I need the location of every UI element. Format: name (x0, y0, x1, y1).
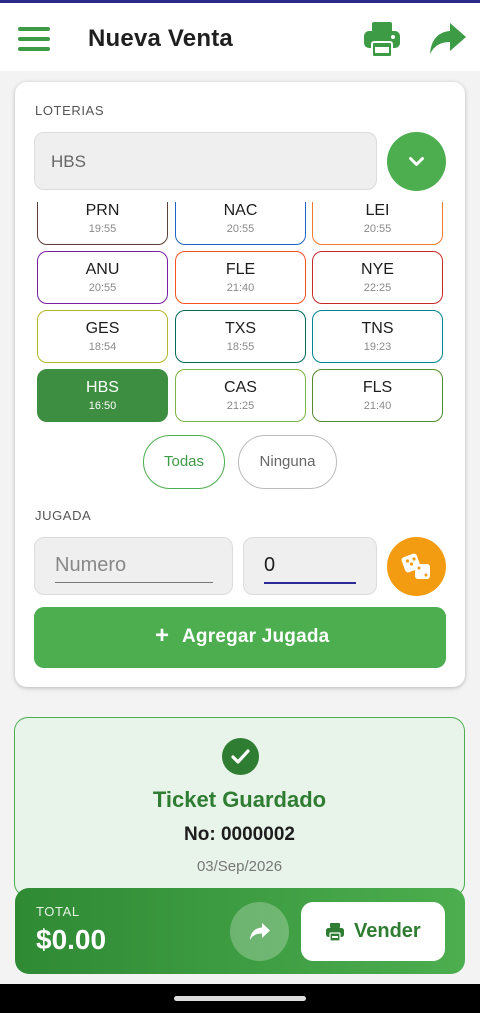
share-button[interactable] (230, 902, 289, 961)
loteria-item-fls[interactable]: FLS 21:40 (312, 369, 443, 422)
numero-field[interactable]: Numero (34, 537, 233, 595)
loteria-item-lei[interactable]: LEI 20:55 (312, 202, 443, 245)
loteria-time: 22:25 (363, 282, 392, 294)
vender-label: Vender (354, 920, 421, 942)
loteria-select-value: HBS (51, 152, 86, 171)
vender-button[interactable]: Vender (301, 902, 445, 961)
plus-icon: + (155, 622, 170, 649)
loterias-label: LOTERIAS (35, 103, 105, 118)
numero-placeholder: Numero (55, 554, 127, 576)
loteria-item-prn[interactable]: PRN 19:55 (37, 202, 168, 245)
loteria-code: FLE (225, 261, 256, 278)
loteria-code: TNS (361, 320, 394, 337)
loteria-item-cas[interactable]: CAS 21:25 (175, 369, 306, 422)
loteria-code: TXS (224, 320, 257, 337)
monto-value: 0 (264, 554, 276, 576)
loteria-code: HBS (86, 379, 119, 396)
monto-field[interactable]: 0 (243, 537, 377, 595)
loteria-code: FLS (362, 379, 393, 396)
jugada-label: JUGADA (35, 508, 92, 523)
loteria-time: 20:55 (363, 223, 392, 235)
numero-underline (55, 582, 213, 583)
loteria-item-ges[interactable]: GES 18:54 (37, 310, 168, 363)
loteria-item-nac[interactable]: NAC 20:55 (175, 202, 306, 245)
loteria-code: NAC (223, 202, 258, 219)
loteria-grid: PRN 19:55 NAC 20:55 LEI 20:55 ANU 20:55 FLE 21:40… (15, 202, 465, 422)
loteria-time: 21:40 (363, 400, 392, 412)
total-value: $0.00 (36, 924, 107, 955)
ticket-title: Ticket Guardado (152, 787, 327, 812)
loteria-item-anu[interactable]: ANU 20:55 (37, 251, 168, 304)
loteria-time: 20:55 (88, 282, 117, 294)
loteria-item-fle[interactable]: FLE 21:40 (175, 251, 306, 304)
loteria-time: 18:55 (226, 341, 255, 353)
loteria-time: 19:55 (88, 223, 117, 235)
system-nav-bar (0, 984, 480, 1013)
ticket-number: No: 0000002 (184, 824, 295, 845)
loteria-time: 16:50 (88, 400, 117, 412)
dropdown-button[interactable] (387, 132, 446, 191)
loteria-code: GES (85, 320, 120, 337)
monto-underline (264, 582, 356, 584)
select-all-chip[interactable]: Todas (143, 435, 225, 489)
loteria-code: LEI (365, 202, 390, 219)
check-icon (222, 738, 259, 775)
share-forward-icon (250, 923, 270, 940)
sale-form-card: LOTERIAS HBS PRN 19:55 NAC 20:55 LEI 20:55 ANU… (15, 82, 465, 687)
page-title: Nueva Venta (88, 25, 233, 52)
loteria-time: 21:25 (226, 400, 255, 412)
menu-icon[interactable] (18, 27, 50, 51)
select-none-chip[interactable]: Ninguna (238, 435, 337, 489)
loteria-code: CAS (224, 379, 257, 396)
ticket-date: 03/Sep/2026 (196, 858, 283, 875)
loteria-time: 19:23 (363, 341, 392, 353)
loteria-time: 21:40 (226, 282, 255, 294)
loteria-item-txs[interactable]: TXS 18:55 (175, 310, 306, 363)
loteria-code: PRN (85, 202, 120, 219)
loteria-code: NYE (361, 261, 394, 278)
printer-icon[interactable] (362, 19, 402, 59)
printer-icon (326, 923, 344, 942)
loteria-select[interactable]: HBS (34, 132, 377, 190)
add-jugada-label: Agregar Jugada (182, 626, 330, 647)
random-number-button[interactable] (387, 537, 446, 596)
dice-icon (401, 553, 430, 579)
share-forward-icon[interactable] (428, 21, 468, 57)
loteria-item-tns[interactable]: TNS 19:23 (312, 310, 443, 363)
loteria-item-hbs[interactable]: HBS 16:50 (37, 369, 168, 422)
total-bar: TOTAL $0.00 Vender (15, 888, 465, 974)
loteria-code: ANU (85, 261, 120, 278)
add-jugada-button[interactable]: + Agregar Jugada (34, 607, 446, 668)
ticket-saved-card: Ticket Guardado No: 0000002 03/Sep/2026 (14, 717, 465, 897)
loteria-item-nye[interactable]: NYE 22:25 (312, 251, 443, 304)
loteria-time: 20:55 (226, 223, 255, 235)
chevron-down-icon (409, 157, 424, 166)
app-bar: Nueva Venta (0, 3, 480, 71)
total-label: TOTAL (36, 904, 80, 919)
home-indicator[interactable] (174, 996, 306, 1001)
loteria-time: 18:54 (88, 341, 117, 353)
